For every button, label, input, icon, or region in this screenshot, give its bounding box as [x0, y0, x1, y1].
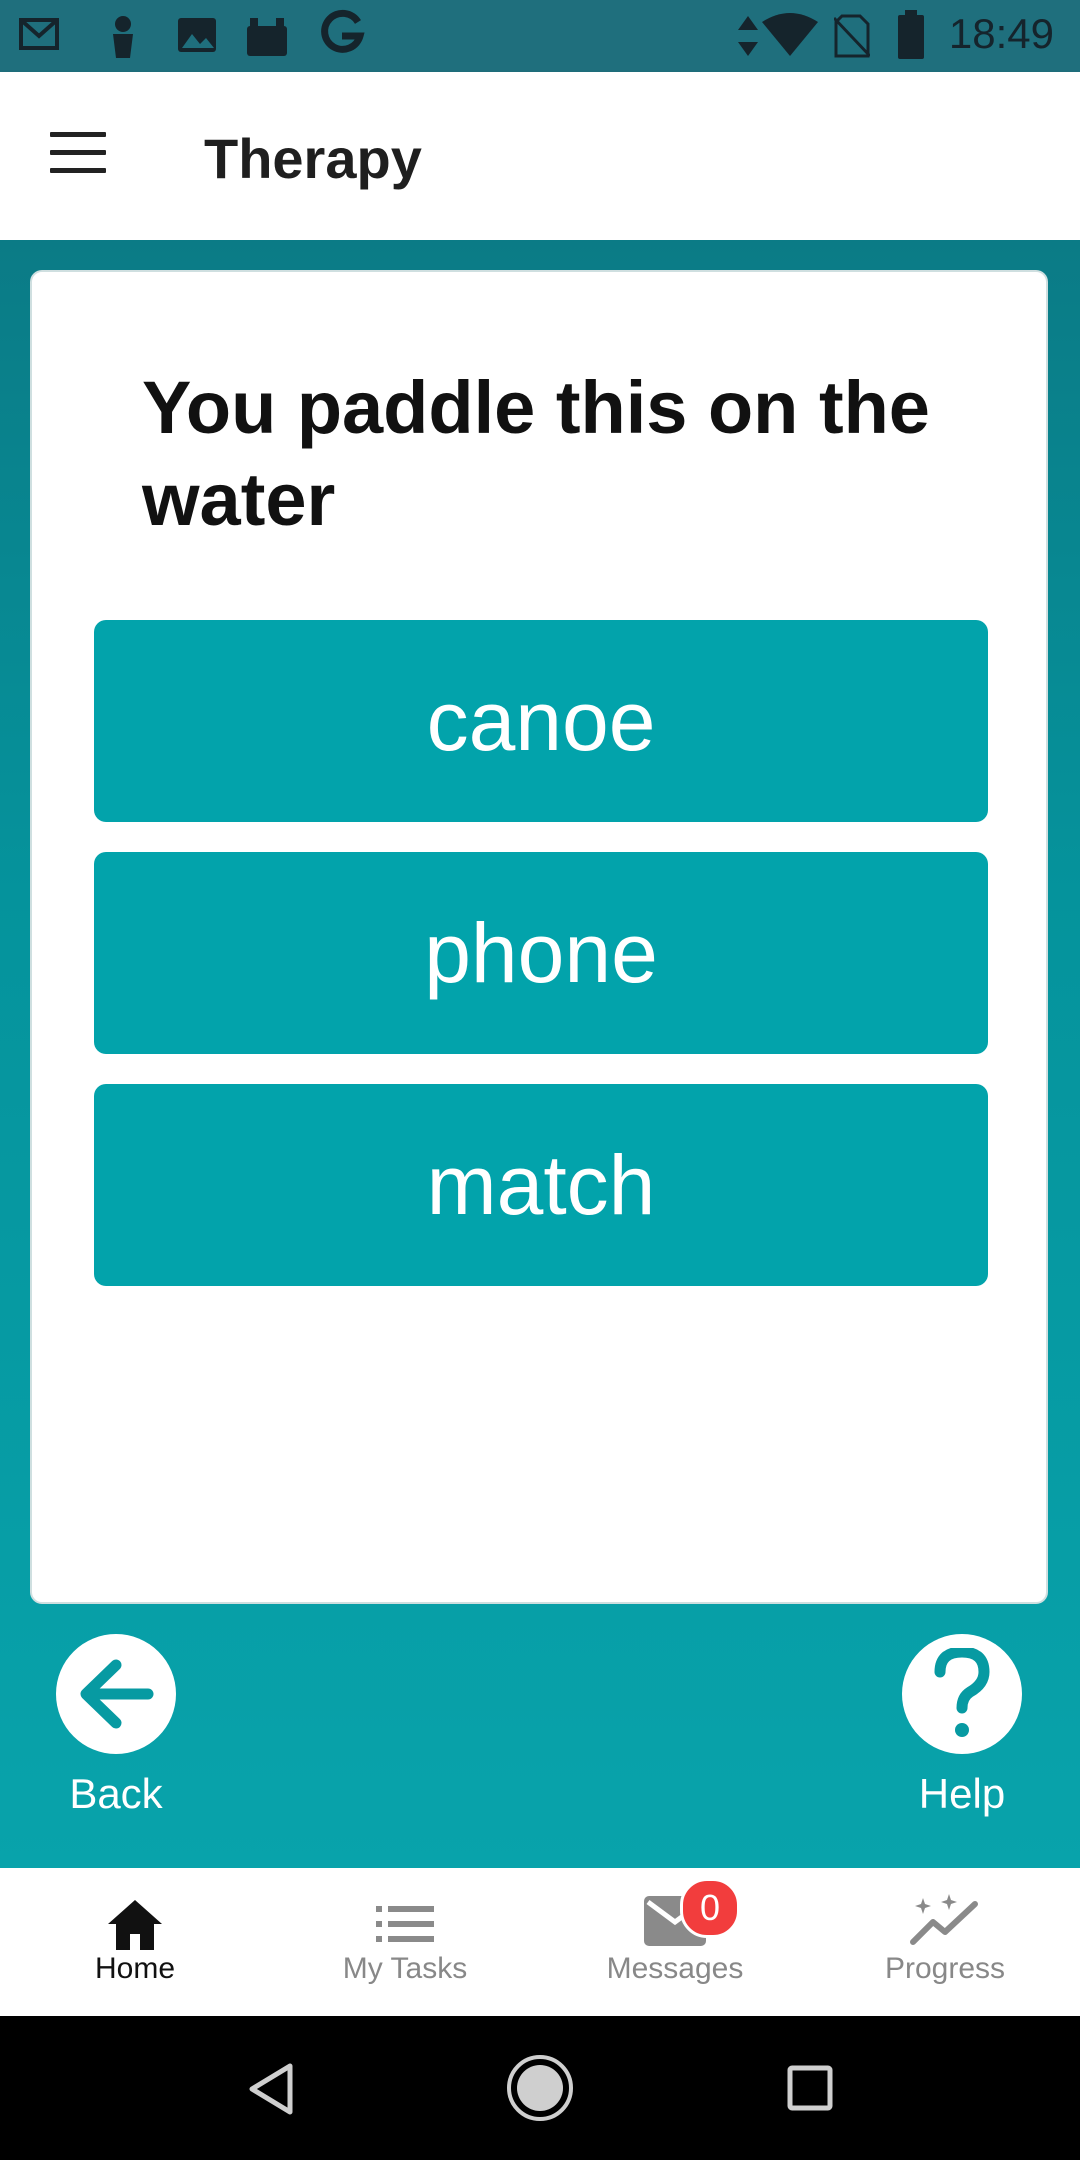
answer-button-3[interactable]: match [94, 1084, 988, 1286]
app-bar: Therapy [0, 72, 1080, 240]
home-circle-icon[interactable] [505, 2053, 575, 2123]
image-icon [176, 14, 218, 61]
status-time: 18:49 [948, 10, 1054, 57]
hamburger-menu-icon[interactable] [50, 132, 106, 176]
progress-sparkle-icon [910, 1894, 978, 1945]
nav-progress[interactable]: Progress [810, 1868, 1080, 2016]
arrow-left-icon [80, 1659, 154, 1729]
nav-home-label: Home [94, 1952, 176, 1985]
question-mark-icon [934, 1648, 990, 1737]
status-bar: 18:49 [0, 0, 1080, 72]
messages-badge: 0 [680, 1878, 740, 1938]
nav-my-tasks[interactable]: My Tasks [270, 1868, 540, 2016]
question-text: You paddle this on the water [142, 366, 930, 541]
exercise-card: You paddle this on the water canoe phone… [30, 270, 1048, 1604]
recents-square-icon[interactable] [787, 2065, 833, 2111]
answer-button-2[interactable]: phone [94, 852, 988, 1054]
home-icon [108, 1900, 162, 1950]
person-icon [108, 14, 138, 63]
briefcase-icon [244, 14, 290, 65]
battery-icon [896, 10, 926, 65]
system-nav-bar [0, 2016, 1080, 2160]
nav-messages-label: Messages [606, 1952, 744, 1985]
page-title: Therapy [204, 127, 422, 190]
nav-progress-label: Progress [884, 1952, 1006, 1985]
nav-home[interactable]: Home [0, 1868, 270, 2016]
bottom-nav: Home My Tasks 0 Messages Progress [0, 1868, 1080, 2016]
help-label: Help [918, 1770, 1006, 1817]
list-icon [376, 1906, 434, 1942]
back-button[interactable] [56, 1634, 176, 1754]
back-triangle-icon[interactable] [246, 2062, 296, 2116]
gmail-icon [18, 14, 60, 61]
google-icon [318, 6, 366, 65]
answer-button-1[interactable]: canoe [94, 620, 988, 822]
data-arrows-icon [736, 14, 760, 63]
no-sim-icon [832, 14, 872, 63]
wifi-icon [760, 12, 820, 63]
help-button[interactable] [902, 1634, 1022, 1754]
back-label: Back [69, 1770, 163, 1817]
nav-messages[interactable]: 0 Messages [540, 1868, 810, 2016]
nav-my-tasks-label: My Tasks [342, 1952, 468, 1985]
